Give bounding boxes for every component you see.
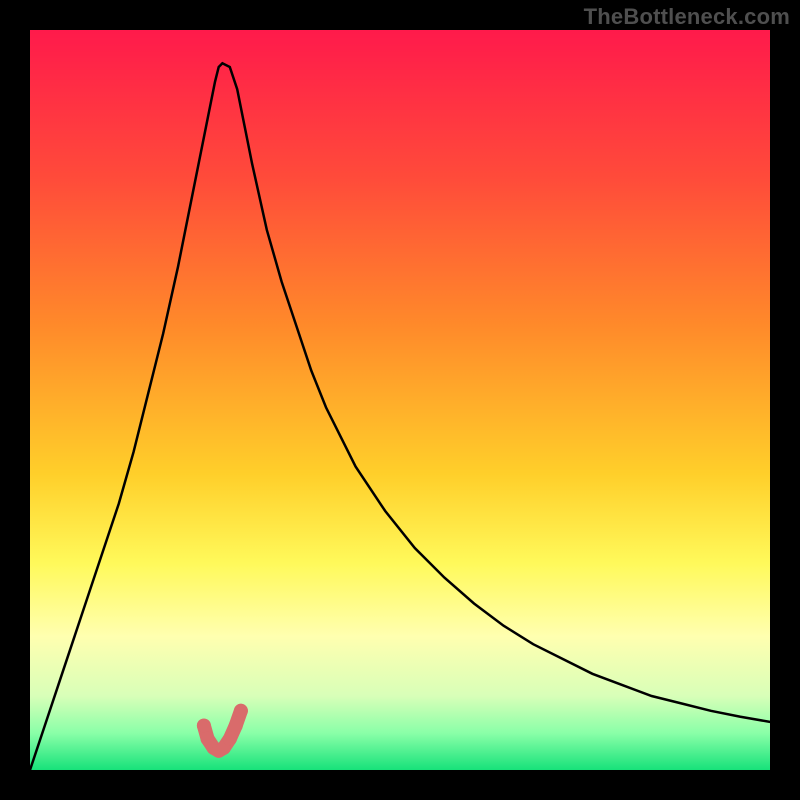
chart-plot-area [30, 30, 770, 770]
marker-dot [197, 719, 211, 733]
marker-dot [229, 719, 243, 733]
marker-dot [223, 732, 237, 746]
watermark-text: TheBottleneck.com [584, 4, 790, 30]
bottleneck-curve-chart [30, 30, 770, 770]
marker-dot [234, 704, 248, 718]
gradient-background [30, 30, 770, 770]
chart-frame: TheBottleneck.com [0, 0, 800, 800]
